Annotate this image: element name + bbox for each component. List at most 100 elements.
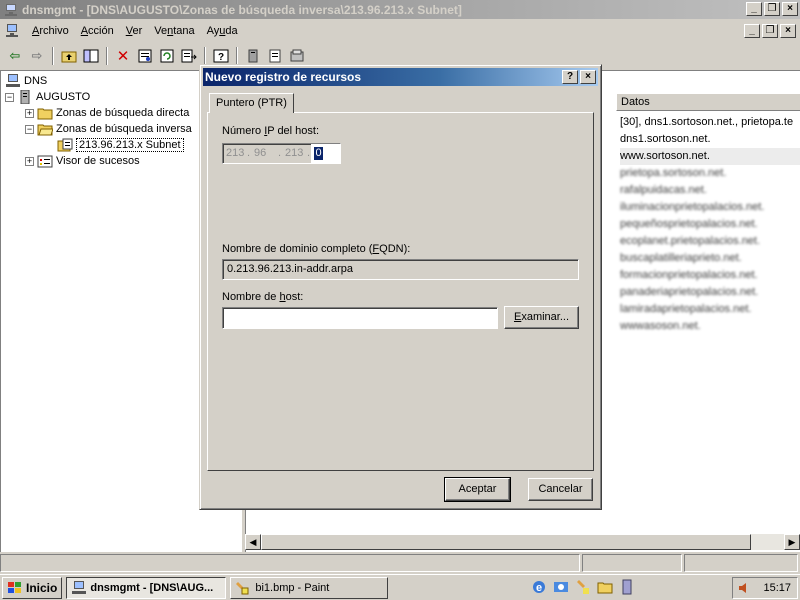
column-header-datos[interactable]: Datos xyxy=(616,93,800,111)
properties-button[interactable] xyxy=(134,45,156,67)
taskbar: Inicio dnsmgmt - [DNS\AUG... bi1.bmp - P… xyxy=(0,574,800,600)
tab-ptr[interactable]: Puntero (PTR) xyxy=(209,93,294,113)
ip-octet-1: 213 xyxy=(226,147,245,159)
task-label: bi1.bmp - Paint xyxy=(255,581,330,594)
status-cell xyxy=(684,554,798,572)
close-button[interactable]: × xyxy=(782,2,798,16)
fqdn-label: Nombre de dominio completo (FQDN): xyxy=(222,243,411,255)
zone-icon xyxy=(290,49,304,62)
collapse-toggle[interactable]: − xyxy=(5,92,14,102)
window-title-bar[interactable]: dnsmgmt - [DNS\AUGUSTO\Zonas de búsqueda… xyxy=(0,0,800,19)
list-item[interactable]: iluminacionprietopalacios.net. xyxy=(620,199,764,216)
scroll-thumb[interactable] xyxy=(261,534,751,550)
dns-icon xyxy=(6,74,20,87)
show-tree-button[interactable] xyxy=(80,45,102,67)
tree-node-reverse-zones[interactable]: − Zonas de búsqueda inversa xyxy=(25,121,192,137)
mdi-restore-button[interactable]: ❐ xyxy=(762,24,778,38)
list-item[interactable]: [30], dns1.sortoson.net., prietopa.te xyxy=(620,114,793,131)
horizontal-scrollbar[interactable]: ◀ ▶ xyxy=(245,534,800,550)
dialog-help-button[interactable]: ? xyxy=(562,70,578,84)
mdi-minimize-button[interactable]: _ xyxy=(744,24,760,38)
list-item[interactable]: rafalpuidacas.net. xyxy=(620,182,707,199)
zone-file-icon xyxy=(57,138,73,152)
menu-bar: Archivo Acción Ver Ventana Ayuda _ ❐ × xyxy=(0,21,800,41)
ip-octet-4[interactable]: 0 xyxy=(314,147,323,160)
delete-button[interactable]: ✕ xyxy=(112,45,134,67)
tree-node-event-viewer[interactable]: + Visor de sucesos xyxy=(25,153,140,169)
tree-node-forward-zones[interactable]: + Zonas de búsqueda directa xyxy=(25,105,189,121)
status-cell xyxy=(0,554,580,572)
tree-node-subnet[interactable]: 213.96.213.x Subnet xyxy=(57,137,184,153)
menu-archivo[interactable]: Archivo xyxy=(26,25,75,37)
tree-label: DNS xyxy=(24,75,48,87)
list-item[interactable]: buscaplatilleriaprieto.net. xyxy=(620,250,742,267)
toolbar-separator xyxy=(106,47,108,65)
task-dnsmgmt[interactable]: dnsmgmt - [DNS\AUG... xyxy=(66,576,227,599)
scroll-left-button[interactable]: ◀ xyxy=(245,534,261,550)
expand-toggle[interactable]: + xyxy=(25,108,34,118)
list-item[interactable]: prietopa.sortoson.net. xyxy=(620,165,726,182)
minimize-button[interactable]: _ xyxy=(746,2,762,16)
internet-explorer-icon[interactable]: e xyxy=(531,579,547,595)
task-paint[interactable]: bi1.bmp - Paint xyxy=(230,576,389,599)
ok-button[interactable]: Aceptar xyxy=(444,477,511,502)
document-icon xyxy=(269,49,281,63)
dialog-title-bar[interactable]: Nuevo registro de recursos ? × xyxy=(203,68,598,86)
list-item[interactable]: www.sortoson.net. xyxy=(620,148,800,165)
host-name-input[interactable] xyxy=(222,307,498,329)
folder-icon[interactable] xyxy=(597,579,613,595)
fqdn-field[interactable]: 0.213.96.213.in-addr.arpa xyxy=(222,259,579,280)
tree-node-dns[interactable]: DNS xyxy=(5,73,47,89)
list-item[interactable]: dns1.sortoson.net. xyxy=(620,131,711,148)
back-button[interactable]: ⇦ xyxy=(4,45,26,67)
dialog-title: Nuevo registro de recursos xyxy=(205,70,362,84)
console-icon[interactable] xyxy=(4,23,20,39)
list-item[interactable]: formacionprietopalacios.net. xyxy=(620,267,758,284)
arrow-right-icon: ⇨ xyxy=(31,48,43,63)
tree-label: Visor de sucesos xyxy=(56,155,140,167)
toolbar-separator xyxy=(52,47,54,65)
menu-ayuda[interactable]: Ayuda xyxy=(201,25,244,37)
list-item[interactable]: lamiradaprietopalacios.net. xyxy=(620,301,751,318)
tab-panel: Número IP del host: 213 . 96 . 213 . 0 N… xyxy=(207,112,594,471)
menu-ver[interactable]: Ver xyxy=(120,25,149,37)
list-item[interactable]: wwwasoson.net. xyxy=(620,318,701,335)
export-list-button[interactable] xyxy=(178,45,200,67)
expand-toggle[interactable]: + xyxy=(25,156,34,166)
quick-launch: e xyxy=(528,579,638,595)
volume-icon[interactable] xyxy=(737,581,751,595)
toolbar-separator xyxy=(236,47,238,65)
list-item[interactable]: panaderiaprietopalacios.net. xyxy=(620,284,758,301)
scroll-right-button[interactable]: ▶ xyxy=(784,534,800,550)
collapse-toggle[interactable]: − xyxy=(25,124,34,134)
ip-address-field[interactable]: 213 . 96 . 213 . 0 xyxy=(222,143,341,164)
new-resource-record-dialog: Nuevo registro de recursos ? × Puntero (… xyxy=(199,64,602,510)
list-item[interactable]: pequeñosprietopalacios.net. xyxy=(620,216,758,233)
dialog-close-button[interactable]: × xyxy=(580,70,596,84)
menu-ventana[interactable]: Ventana xyxy=(148,25,200,37)
tree-node-server[interactable]: − AUGUSTO xyxy=(5,89,90,105)
network-icon[interactable] xyxy=(619,579,635,595)
refresh-button[interactable] xyxy=(156,45,178,67)
folder-icon xyxy=(37,108,53,120)
forward-button[interactable]: ⇨ xyxy=(26,45,48,67)
browse-button[interactable]: Examinar... xyxy=(504,306,579,329)
paint-icon[interactable] xyxy=(575,579,591,595)
folder-open-icon xyxy=(37,124,53,136)
folder-up-icon xyxy=(61,51,77,63)
properties-icon xyxy=(138,49,152,63)
paint-app-icon xyxy=(236,581,249,594)
tree-label: 213.96.213.x Subnet xyxy=(76,138,184,152)
tree-label: AUGUSTO xyxy=(36,91,91,103)
list-item[interactable]: ecoplanet.prietopalacios.net. xyxy=(620,233,760,250)
tree-panel-icon xyxy=(83,49,99,63)
mdi-close-button[interactable]: × xyxy=(780,24,796,38)
up-level-button[interactable] xyxy=(58,45,80,67)
menu-accion[interactable]: Acción xyxy=(75,25,120,37)
outlook-icon[interactable] xyxy=(553,579,569,595)
dns-app-icon xyxy=(72,580,87,594)
clock[interactable]: 15:17 xyxy=(763,582,791,594)
cancel-button[interactable]: Cancelar xyxy=(528,478,593,501)
start-button[interactable]: Inicio xyxy=(2,576,63,599)
restore-button[interactable]: ❐ xyxy=(764,2,780,16)
